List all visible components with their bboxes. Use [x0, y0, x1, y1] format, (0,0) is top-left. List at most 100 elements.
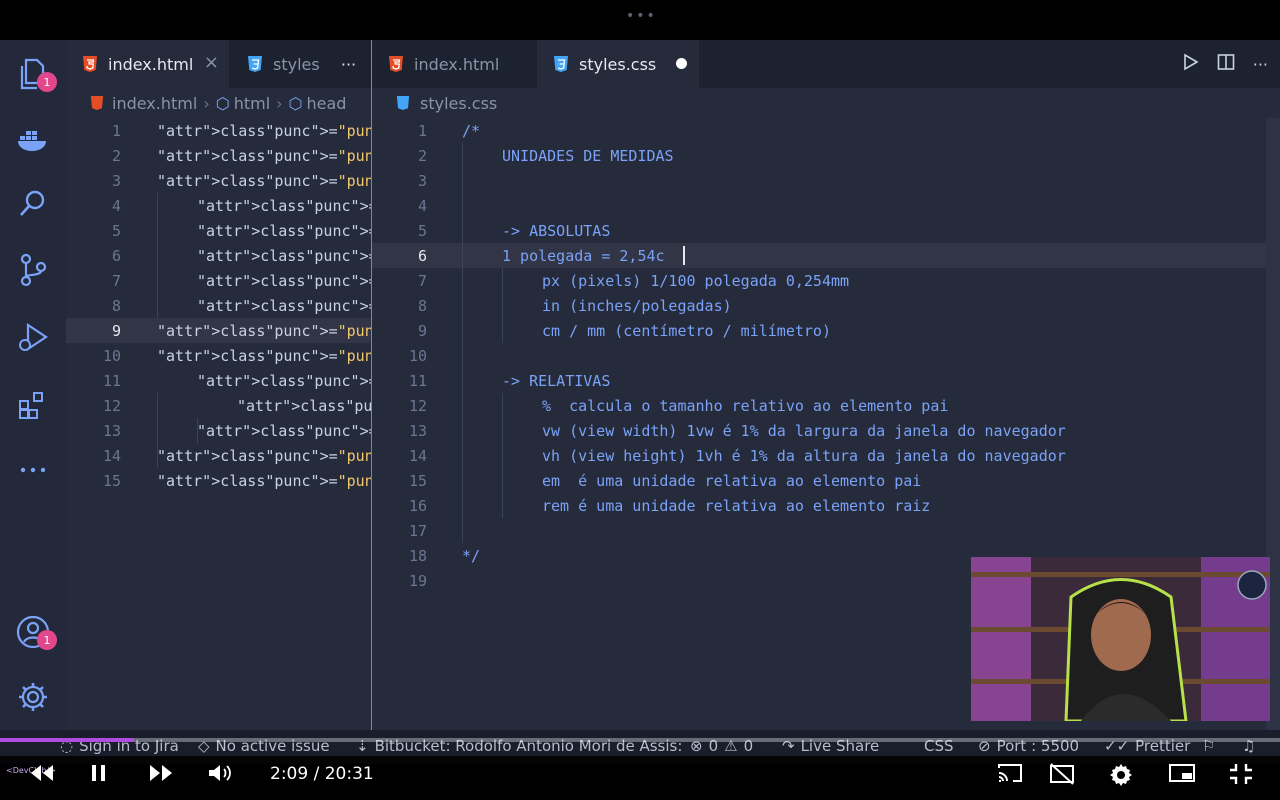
accounts-icon[interactable]: 1	[13, 612, 57, 652]
line-number: 6	[417, 246, 427, 265]
code-line[interactable]: 6 1 polegada = 2,54c	[372, 243, 1280, 268]
split-editor-icon[interactable]	[1217, 53, 1235, 75]
code-line[interactable]: 14 "attr">class"punc">="punc"></"attr">cl…	[66, 443, 371, 468]
cast-icon[interactable]	[996, 762, 1024, 784]
code-text: "attr">class"punc">="punc"><"attr">class…	[197, 221, 371, 240]
code-line[interactable]: 9 cm / mm (centímetro / milímetro)	[372, 318, 1280, 343]
rewind-icon[interactable]	[28, 762, 56, 784]
source-control-icon[interactable]	[13, 250, 53, 290]
captions-off-icon[interactable]	[1048, 762, 1076, 786]
line-number: 14	[102, 446, 121, 465]
explorer-icon[interactable]: 1	[13, 54, 57, 94]
code-text: "attr">class"punc">="punc"><"attr">class…	[197, 296, 371, 315]
line-number: 14	[408, 446, 427, 465]
more-icon[interactable]	[13, 450, 53, 490]
line-number: 13	[408, 421, 427, 440]
code-line[interactable]: 9 "attr">class"punc">="punc"></"attr">cla…	[66, 318, 371, 343]
code-line[interactable]: 5 -> ABSOLUTAS	[372, 218, 1280, 243]
pause-icon[interactable]	[90, 762, 108, 784]
text-cursor	[683, 246, 685, 265]
tab-styles-css[interactable]: styles	[231, 40, 321, 88]
line-number: 12	[408, 396, 427, 415]
more-actions-button[interactable]: ···	[326, 40, 371, 88]
code-line[interactable]: 4	[372, 193, 1280, 218]
code-line[interactable]: 1 /*	[372, 118, 1280, 143]
indent-guide	[197, 418, 198, 443]
code-line[interactable]: 1 "attr">class"punc">="punc"><!"attr">cla…	[66, 118, 371, 143]
indent-guide	[157, 393, 158, 468]
code-line[interactable]: 4 "attr">class"punc">="punc"><"attr">clas…	[66, 193, 371, 218]
code-text: -> ABSOLUTAS	[502, 221, 611, 240]
line-number: 8	[111, 296, 121, 315]
code-line[interactable]: 2 UNIDADES DE MEDIDAS	[372, 143, 1280, 168]
right-tab-bar: index.html styles.css ···	[372, 40, 1280, 88]
indent-guide	[502, 268, 503, 343]
code-line[interactable]: 14 vh (view height) 1vh é 1% da altura da…	[372, 443, 1280, 468]
code-line[interactable]: 12 "attr">class"punc">="punc"><"attr">cla…	[66, 393, 371, 418]
close-icon[interactable]: ×	[204, 52, 219, 73]
fullscreen-exit-icon[interactable]	[1228, 762, 1254, 786]
line-number: 11	[408, 371, 427, 390]
tab-styles-css[interactable]: styles.css	[537, 40, 699, 88]
breadcrumb-item[interactable]: styles.css	[420, 94, 497, 113]
line-number: 2	[417, 146, 427, 165]
run-icon[interactable]	[1183, 53, 1199, 75]
code-line[interactable]: 11 -> RELATIVAS	[372, 368, 1280, 393]
code-text: "attr">class"punc">="punc"><!"attr">clas…	[157, 121, 371, 140]
code-line[interactable]: 15 "attr">class"punc">="punc"></"attr">cl…	[66, 468, 371, 493]
line-number: 3	[111, 171, 121, 190]
code-line[interactable]: 8 "attr">class"punc">="punc"><"attr">clas…	[66, 293, 371, 318]
line-number: 2	[111, 146, 121, 165]
volume-icon[interactable]	[206, 762, 234, 784]
code-line[interactable]: 16 rem é uma unidade relativa ao elemento…	[372, 493, 1280, 518]
tab-index-html[interactable]: index.html ×	[66, 40, 229, 88]
cube-icon: ⬡	[215, 93, 230, 113]
code-line[interactable]: 3 "attr">class"punc">="punc"><"attr">clas…	[66, 168, 371, 193]
code-text: in (inches/polegadas)	[542, 296, 732, 315]
code-text: -> RELATIVAS	[502, 371, 611, 390]
forward-icon[interactable]	[147, 762, 175, 784]
settings-icon[interactable]	[1108, 762, 1134, 788]
css3-icon	[396, 95, 410, 111]
code-text: "attr">class"punc">="punc"><"attr">class…	[197, 371, 371, 390]
docker-icon[interactable]	[13, 120, 53, 160]
settings-gear-icon[interactable]	[13, 677, 53, 717]
breadcrumb: index.html › ⬡ html › ⬡ head	[66, 88, 371, 118]
more-actions-icon[interactable]: ···	[1253, 55, 1268, 74]
line-number: 13	[102, 421, 121, 440]
code-line[interactable]: 13 vw (view width) 1vw é 1% da largura da…	[372, 418, 1280, 443]
indent-guide	[157, 193, 158, 318]
breadcrumb-item[interactable]: head	[307, 94, 347, 113]
run-debug-icon[interactable]	[13, 318, 53, 358]
code-line[interactable]: 3	[372, 168, 1280, 193]
code-line[interactable]: 11 "attr">class"punc">="punc"><"attr">cla…	[66, 368, 371, 393]
video-progress-fill	[0, 738, 135, 742]
tab-index-html[interactable]: index.html	[372, 40, 535, 88]
code-line[interactable]: 10	[372, 343, 1280, 368]
miniplayer-icon[interactable]	[1168, 762, 1196, 784]
code-text: em é uma unidade relativa ao elemento pa…	[542, 471, 922, 490]
code-line[interactable]: 10 "attr">class"punc">="punc"><"attr">cla…	[66, 343, 371, 368]
code-line[interactable]: 7 "attr">class"punc">="punc"><"attr">clas…	[66, 268, 371, 293]
code-line[interactable]: 12 % calcula o tamanho relativo ao elemen…	[372, 393, 1280, 418]
code-line[interactable]: 8 in (inches/polegadas)	[372, 293, 1280, 318]
video-progress-bar[interactable]	[0, 738, 1280, 742]
breadcrumb-item[interactable]: html	[234, 94, 270, 113]
unsaved-dot-icon[interactable]	[676, 58, 687, 69]
line-number: 10	[408, 346, 427, 365]
breadcrumb: styles.css	[372, 88, 1280, 118]
code-line[interactable]: 13 "attr">class"punc">="punc"></"attr">cl…	[66, 418, 371, 443]
code-line[interactable]: 7 px (pixels) 1/100 polegada 0,254mm	[372, 268, 1280, 293]
code-line[interactable]: 5 "attr">class"punc">="punc"><"attr">clas…	[66, 218, 371, 243]
line-number: 7	[111, 271, 121, 290]
code-line[interactable]: 17	[372, 518, 1280, 543]
video-time: 2:09 / 20:31	[270, 764, 374, 784]
window-dots: •••	[626, 8, 657, 24]
extensions-icon[interactable]	[13, 385, 53, 425]
line-number: 7	[417, 271, 427, 290]
code-line[interactable]: 6 "attr">class"punc">="punc"><"attr">clas…	[66, 243, 371, 268]
code-line[interactable]: 2 "attr">class"punc">="punc"><"attr">clas…	[66, 143, 371, 168]
code-line[interactable]: 15 em é uma unidade relativa ao elemento …	[372, 468, 1280, 493]
search-icon[interactable]	[13, 183, 53, 223]
breadcrumb-item[interactable]: index.html	[112, 94, 197, 113]
